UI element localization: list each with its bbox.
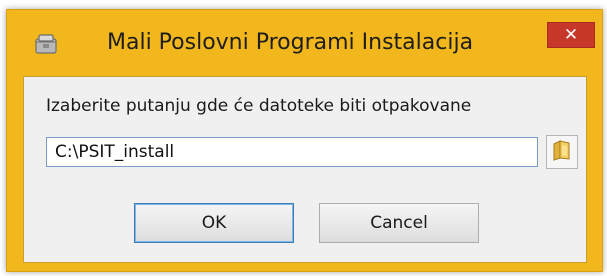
installer-icon — [33, 32, 59, 56]
window-title: Mali Poslovni Programi Instalacija — [107, 30, 474, 55]
installer-dialog-window: Mali Poslovni Programi Instalacija ✕ Iza… — [6, 9, 603, 272]
close-button[interactable]: ✕ — [547, 22, 595, 48]
browse-folder-button[interactable] — [546, 135, 578, 169]
ok-button[interactable]: OK — [134, 203, 294, 243]
install-path-input[interactable] — [46, 137, 538, 167]
folder-icon — [551, 138, 573, 166]
path-prompt-label: Izaberite putanju gde će datoteke biti o… — [46, 96, 472, 116]
cancel-button[interactable]: Cancel — [319, 203, 479, 243]
title-bar[interactable]: Mali Poslovni Programi Instalacija ✕ — [7, 10, 602, 76]
dialog-body: Izaberite putanju gde će datoteke biti o… — [23, 76, 587, 263]
